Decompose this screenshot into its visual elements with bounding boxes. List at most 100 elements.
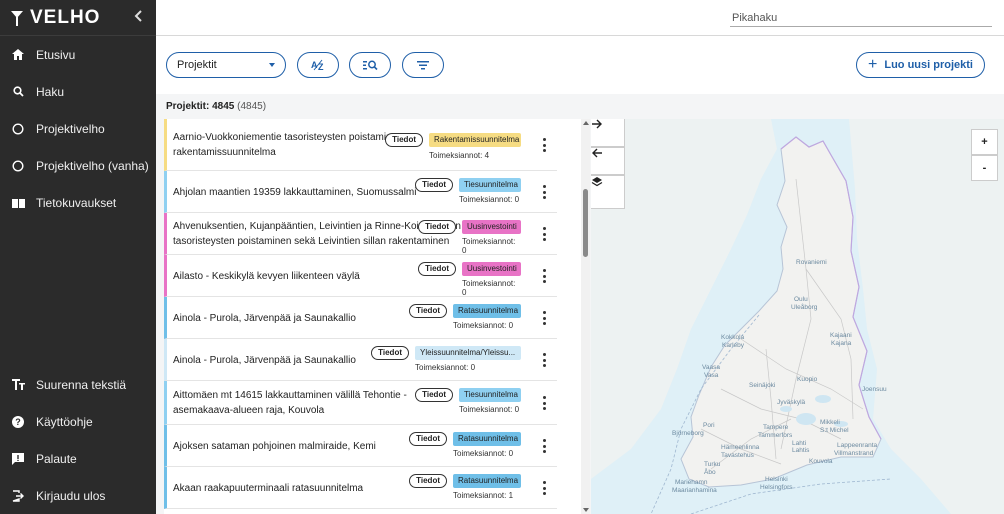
more-options-icon[interactable] xyxy=(541,439,547,453)
logo-text: VELHO xyxy=(30,6,101,28)
city-label: Rovaniemi xyxy=(796,259,827,266)
project-name-line: Aarnio-Vuokkoniementie tasoristeysten po… xyxy=(173,132,406,143)
map-view[interactable]: Rovaniemi Oulu Uleåborg Kajaani Kajana Kokkol… xyxy=(591,119,1004,514)
more-options-icon[interactable] xyxy=(541,185,547,199)
project-name-line: Akaan raakapuuterminaali ratasuunnitelma xyxy=(173,483,364,494)
sidebar-item-haku[interactable]: Haku xyxy=(0,73,156,110)
list-item[interactable]: Ainola - Purola, Järvenpää ja Saunakalli… xyxy=(164,339,557,381)
sidebar-item-label: Käyttöohje xyxy=(36,414,93,429)
project-type-tag: Ratasuunnitelma xyxy=(453,432,521,446)
text-size-icon xyxy=(11,378,25,392)
project-list: Aarnio-Vuokkoniementie tasoristeysten po… xyxy=(164,119,557,514)
more-options-icon[interactable] xyxy=(541,138,547,152)
project-name: Akaan raakapuuterminaali ratasuunnitelma xyxy=(173,481,363,496)
project-type-tag: Uusinvestointi xyxy=(462,262,521,276)
scroll-down-icon[interactable] xyxy=(583,508,589,512)
create-project-label: Luo uusi projekti xyxy=(884,59,973,71)
list-gap xyxy=(557,119,581,514)
layers-icon xyxy=(591,177,603,187)
search-list-button[interactable] xyxy=(349,52,391,78)
project-name-line: Ahjolan maantien 19359 lakkauttaminen, S… xyxy=(173,187,417,198)
arrow-left-icon xyxy=(592,148,602,158)
city-label: Maarianhamina xyxy=(672,487,717,494)
search-icon xyxy=(11,85,25,99)
tiedot-button[interactable]: Tiedot xyxy=(418,220,456,234)
project-name: Ahjolan maantien 19359 lakkauttaminen, S… xyxy=(173,185,416,200)
sidebar-item-projektivelho-vanha-[interactable]: Projektivelho (vanha) xyxy=(0,147,156,184)
more-options-icon[interactable] xyxy=(541,396,547,410)
book-icon xyxy=(11,196,25,210)
sidebar-item-label: Kirjaudu ulos xyxy=(36,488,106,503)
toimeksiannot-count: Toimeksiannot: 0 xyxy=(462,237,516,255)
list-item[interactable]: Aarnio-Vuokkoniementie tasoristeysten po… xyxy=(164,119,557,171)
project-type-select[interactable]: Projektit xyxy=(166,52,286,78)
list-item[interactable]: Ahvenuksentien, Kujanpääntien, Leivintie… xyxy=(164,213,557,255)
more-options-icon[interactable] xyxy=(541,227,547,241)
project-count-label: Projektit: 4845 xyxy=(166,101,235,112)
tiedot-button[interactable]: Tiedot xyxy=(371,346,409,360)
tiedot-button[interactable]: Tiedot xyxy=(409,474,447,488)
list-item[interactable]: Akaan raakapuuterminaali ratasuunnitelma… xyxy=(164,467,557,509)
more-options-icon[interactable] xyxy=(541,311,547,325)
list-item[interactable]: Ahjolan maantien 19359 lakkauttaminen, S… xyxy=(164,171,557,213)
city-label: Helsinki xyxy=(765,476,788,483)
sidebar-item-tietokuvaukset[interactable]: Tietokuvaukset xyxy=(0,184,156,221)
svg-text:?: ? xyxy=(15,417,21,427)
more-options-icon[interactable] xyxy=(541,481,547,495)
sidebar-item-palaute[interactable]: Palaute xyxy=(0,440,156,477)
tiedot-button[interactable]: Tiedot xyxy=(385,133,423,147)
city-label: Villmanstrand xyxy=(834,450,874,457)
toimeksiannot-count: Toimeksiannot: 0 xyxy=(453,449,514,458)
expand-map-button[interactable] xyxy=(591,119,625,147)
tiedot-button[interactable]: Tiedot xyxy=(415,178,453,192)
more-options-icon[interactable] xyxy=(541,353,547,367)
zoom-out-button[interactable]: - xyxy=(971,155,998,181)
toimeksiannot-count: Toimeksiannot: 0 xyxy=(462,279,516,297)
sort-button[interactable]: A Z xyxy=(297,52,339,78)
collapse-map-button[interactable] xyxy=(591,147,625,175)
city-label: S:t Michel xyxy=(820,427,849,434)
list-item[interactable]: Ailasto - Keskikylä kevyen liikenteen vä… xyxy=(164,255,557,297)
more-options-icon[interactable] xyxy=(541,269,547,283)
project-count-sub: (4845) xyxy=(237,101,267,112)
sidebar-item-etusivu[interactable]: Etusivu xyxy=(0,36,156,73)
plus-icon: + xyxy=(868,56,878,73)
toimeksiannot-count: Toimeksiannot: 0 xyxy=(453,321,514,330)
tiedot-button[interactable]: Tiedot xyxy=(418,262,456,276)
project-name: Aarnio-Vuokkoniementie tasoristeysten po… xyxy=(173,130,406,160)
scrollbar-thumb[interactable] xyxy=(583,189,588,257)
layers-button[interactable] xyxy=(591,175,625,209)
help-icon: ? xyxy=(11,415,25,429)
circle-icon xyxy=(11,122,25,136)
project-type-tag: Ratasuunnitelma xyxy=(453,304,521,318)
city-label: Lappeenranta xyxy=(837,442,878,449)
sidebar-item-projektivelho[interactable]: Projektivelho xyxy=(0,110,156,147)
sidebar-item-käyttöohje[interactable]: ? Käyttöohje xyxy=(0,403,156,440)
list-item[interactable]: Aittomäen mt 14615 lakkauttaminen välill… xyxy=(164,381,557,425)
city-label: Pori xyxy=(703,422,715,429)
project-type-tag: Ratasuunnitelma xyxy=(453,474,521,488)
tiedot-button[interactable]: Tiedot xyxy=(415,388,453,402)
filter-button[interactable] xyxy=(402,52,444,78)
project-name-line: tasoristeysten poistaminen sekä Leivinti… xyxy=(173,236,450,247)
topbar xyxy=(156,0,1004,36)
create-project-button[interactable]: + Luo uusi projekti xyxy=(856,52,985,78)
sidebar-item-suurenna-tekstiä[interactable]: Suurenna tekstiä xyxy=(0,366,156,403)
project-name-line: Aittomäen mt 14615 lakkauttaminen välill… xyxy=(173,390,407,401)
sidebar-item-kirjaudu-ulos[interactable]: Kirjaudu ulos xyxy=(0,477,156,514)
tiedot-button[interactable]: Tiedot xyxy=(409,304,447,318)
project-name: Ainola - Purola, Järvenpää ja Saunakalli… xyxy=(173,353,356,368)
toimeksiannot-count: Toimeksiannot: 0 xyxy=(415,363,476,372)
city-label: Lahtis xyxy=(792,447,810,454)
zoom-in-button[interactable]: + xyxy=(971,129,998,155)
list-item[interactable]: Ajoksen sataman pohjoinen malmiraide, Ke… xyxy=(164,425,557,467)
city-label: Seinäjoki xyxy=(749,382,775,389)
list-item[interactable]: Ainola - Purola, Järvenpää ja Saunakalli… xyxy=(164,297,557,339)
list-scrollbar[interactable] xyxy=(581,119,590,514)
tiedot-button[interactable]: Tiedot xyxy=(409,432,447,446)
sidebar: VELHO Etusivu Haku Projektivelho Projektive… xyxy=(0,0,156,514)
scroll-up-icon[interactable] xyxy=(583,121,589,125)
quick-search-input[interactable] xyxy=(730,9,992,27)
home-icon xyxy=(11,48,25,62)
chevron-left-icon[interactable] xyxy=(134,9,142,25)
